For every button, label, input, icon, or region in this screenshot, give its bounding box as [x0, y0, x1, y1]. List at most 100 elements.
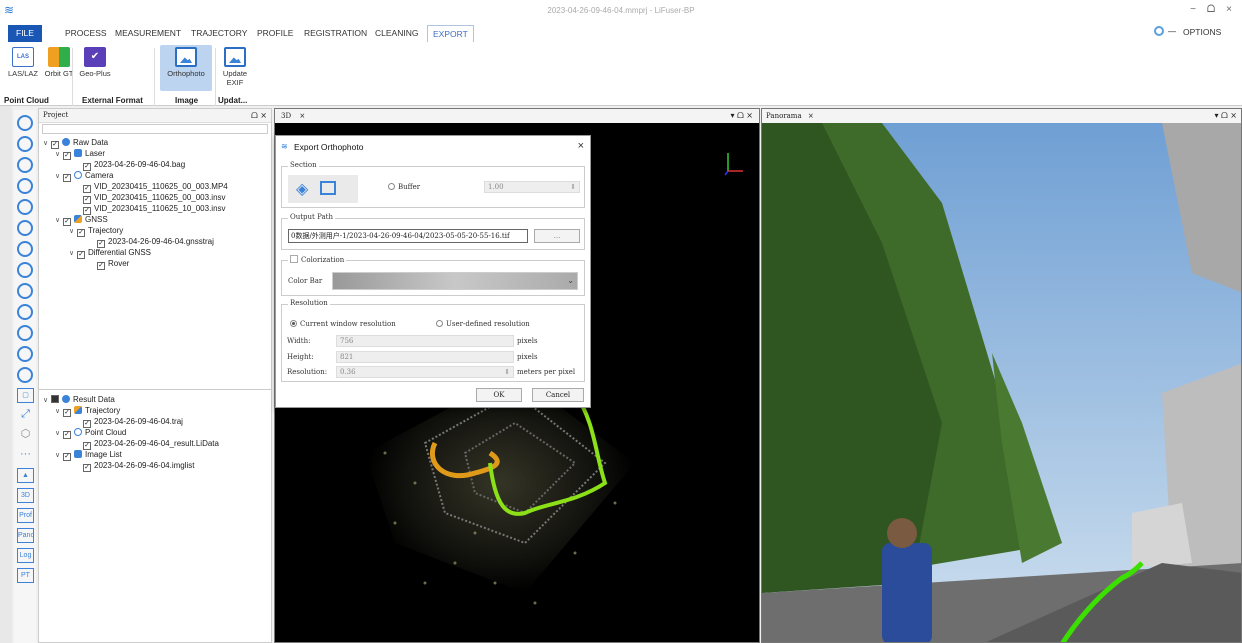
view-pano-button[interactable]: Pano [17, 528, 34, 543]
cancel-button[interactable]: Cancel [532, 388, 584, 402]
panel-controls-icon[interactable]: ▾ ᗝ × [731, 109, 753, 123]
panel-close-icon[interactable]: ᗝ × [251, 109, 267, 122]
output-path-input[interactable]: 0数据/外测用户-1/2023-04-26-09-46-04/2023-05-0… [288, 229, 528, 243]
buffer-input[interactable]: 1.00 ⇕ [484, 181, 580, 193]
tool-cloud-icon[interactable] [17, 283, 33, 299]
panorama-header: Panorama × ▾ ᗝ × [762, 109, 1241, 123]
cloud-icon [74, 428, 82, 436]
close-button[interactable]: × [1222, 4, 1236, 16]
settings-icon[interactable] [1154, 26, 1164, 36]
view-3d-button[interactable]: 3D [17, 488, 34, 503]
current-resolution-radio[interactable]: Current window resolution [290, 320, 396, 328]
tool-cloud-icon[interactable] [17, 136, 33, 152]
panel-divider[interactable] [39, 389, 271, 390]
group-image: Image [175, 96, 199, 105]
view-3d-tab[interactable]: 3D [281, 112, 291, 120]
tree-trajectory[interactable]: ∨ ✓ Trajectory [69, 226, 123, 237]
tool-cloud-icon[interactable] [17, 157, 33, 173]
tree-file[interactable]: ✓ 2023-04-26-09-46-04.imglist [83, 461, 195, 472]
more-icon[interactable]: ··· [17, 448, 34, 463]
user-resolution-radio[interactable]: User-defined resolution [436, 320, 530, 328]
tree-file[interactable]: ✓ VID_20230415_110625_00_003.MP4 [83, 182, 228, 193]
tab-registration[interactable]: REGISTRATION [299, 25, 372, 42]
height-input[interactable]: 821 [336, 351, 514, 363]
tree-laser[interactable]: ∨ ✓ Laser [55, 149, 105, 160]
tab-profile[interactable]: PROFILE [252, 25, 298, 42]
tab-close-icon[interactable]: × [808, 112, 814, 120]
tool-cloud-icon[interactable] [17, 220, 33, 236]
view-pt-button[interactable]: PT [17, 568, 34, 583]
fullscreen-icon[interactable]: ⤢ [17, 408, 34, 423]
tool-cloud-icon[interactable] [17, 115, 33, 131]
group-point-cloud: Point Cloud [4, 96, 49, 105]
section-mode-selector[interactable]: ◈ [288, 175, 358, 203]
tree-result-data[interactable]: ∨ Result Data [43, 395, 115, 404]
tree-file[interactable]: ✓ 2023-04-26-09-46-04.bag [83, 160, 185, 171]
panorama-tab[interactable]: Panorama [766, 112, 802, 120]
tab-trajectory[interactable]: TRAJECTORY [186, 25, 252, 42]
tool-cloud-icon[interactable] [17, 325, 33, 341]
tree-point-cloud[interactable]: ∨ ✓ Point Cloud [55, 428, 126, 439]
options-menu[interactable]: OPTIONS [1183, 27, 1221, 37]
restore-button[interactable]: ᗝ [1204, 4, 1218, 16]
tab-measurement[interactable]: MEASUREMENT [110, 25, 186, 42]
tree-file[interactable]: ✓ 2023-04-26-09-46-04.traj [83, 417, 183, 428]
buffer-radio[interactable]: Buffer [388, 183, 420, 191]
tree-file[interactable]: ✓ VID_20230415_110625_10_003.insv [83, 204, 226, 215]
dialog-close-button[interactable]: × [578, 140, 584, 152]
tab-process[interactable]: PROCESS [60, 25, 112, 42]
tree-file[interactable]: ✓ VID_20230415_110625_00_003.insv [83, 193, 226, 204]
axis-gizmo-icon [724, 153, 743, 176]
tree-file[interactable]: ✓ 2023-04-26-09-46-04.gnsstraj [97, 237, 214, 248]
project-panel: Project ᗝ × ∨ ✓ Raw Data ∨ ✓ Laser ✓ 2023-04-… [38, 108, 272, 643]
tree-rover[interactable]: ✓ Rover [97, 259, 129, 270]
geo-plus-button[interactable]: ✔ Geo-Plus [77, 47, 113, 78]
left-toolbar: ▢ ⤢ ⬡ ··· ▲ 3D Prof Pano Log PT [14, 110, 36, 643]
tab-close-icon[interactable]: × [299, 112, 305, 120]
frame-icon [320, 181, 336, 195]
update-exif-icon [224, 47, 246, 67]
cube-icon[interactable]: ⬡ [17, 428, 34, 443]
tree-differential-gnss[interactable]: ∨ ✓ Differential GNSS [69, 248, 151, 259]
tool-cloud-icon[interactable] [17, 199, 33, 215]
view-log-button[interactable]: Log [17, 548, 34, 563]
colorization-label[interactable]: Colorization [288, 255, 347, 264]
update-exif-button[interactable]: Update EXIF [218, 47, 252, 87]
spinner-icon[interactable]: ⇕ [504, 367, 510, 378]
tool-frame-icon[interactable]: ▢ [17, 388, 34, 403]
tree-file[interactable]: ✓ 2023-04-26-09-46-04_result.LiData [83, 439, 219, 450]
tool-cloud-icon[interactable] [17, 346, 33, 362]
collapse-ribbon-button[interactable]: — [1168, 27, 1176, 36]
image-icon[interactable]: ▲ [17, 468, 34, 483]
orbit-gt-button[interactable]: Orbit GT [44, 47, 74, 78]
resolution-field-label: Resolution: [287, 368, 328, 376]
resolution-input[interactable]: 0.36 ⇕ [336, 366, 514, 378]
output-path-label: Output Path [288, 213, 335, 221]
width-input[interactable]: 756 [336, 335, 514, 347]
tree-image-list[interactable]: ∨ ✓ Image List [55, 450, 122, 461]
tree-raw-data[interactable]: ∨ ✓ Raw Data [43, 138, 108, 149]
tool-cloud-icon[interactable] [17, 241, 33, 257]
ok-button[interactable]: OK [476, 388, 522, 402]
spinner-icon[interactable]: ⇕ [570, 182, 576, 193]
tree-gnss[interactable]: ∨ ✓ GNSS [55, 215, 108, 226]
tool-cloud-icon[interactable] [17, 178, 33, 194]
orthophoto-button[interactable]: Orthophoto [160, 45, 212, 91]
panel-controls-icon[interactable]: ▾ ᗝ × [1215, 109, 1237, 123]
tool-cloud-icon[interactable] [17, 304, 33, 320]
tree-trajectory[interactable]: ∨ ✓ Trajectory [55, 406, 120, 417]
panorama-panel[interactable]: Panorama × ▾ ᗝ × [761, 108, 1242, 643]
tab-file[interactable]: FILE [8, 25, 42, 42]
browse-button[interactable]: ... [534, 229, 580, 243]
minimize-button[interactable]: − [1186, 4, 1200, 16]
tool-cloud-icon[interactable] [17, 367, 33, 383]
color-bar-select[interactable]: ⌄ [332, 272, 578, 290]
tree-camera[interactable]: ∨ ✓ Camera [55, 171, 113, 182]
las-laz-button[interactable]: LAS LAS/LAZ [6, 47, 40, 78]
tab-cleaning[interactable]: CLEANING [370, 25, 423, 42]
view-profile-button[interactable]: Prof [17, 508, 34, 523]
group-update: Updat... [218, 96, 248, 105]
tool-cloud-icon[interactable] [17, 262, 33, 278]
tab-export[interactable]: EXPORT [427, 25, 474, 42]
project-filter-input[interactable] [42, 124, 268, 134]
